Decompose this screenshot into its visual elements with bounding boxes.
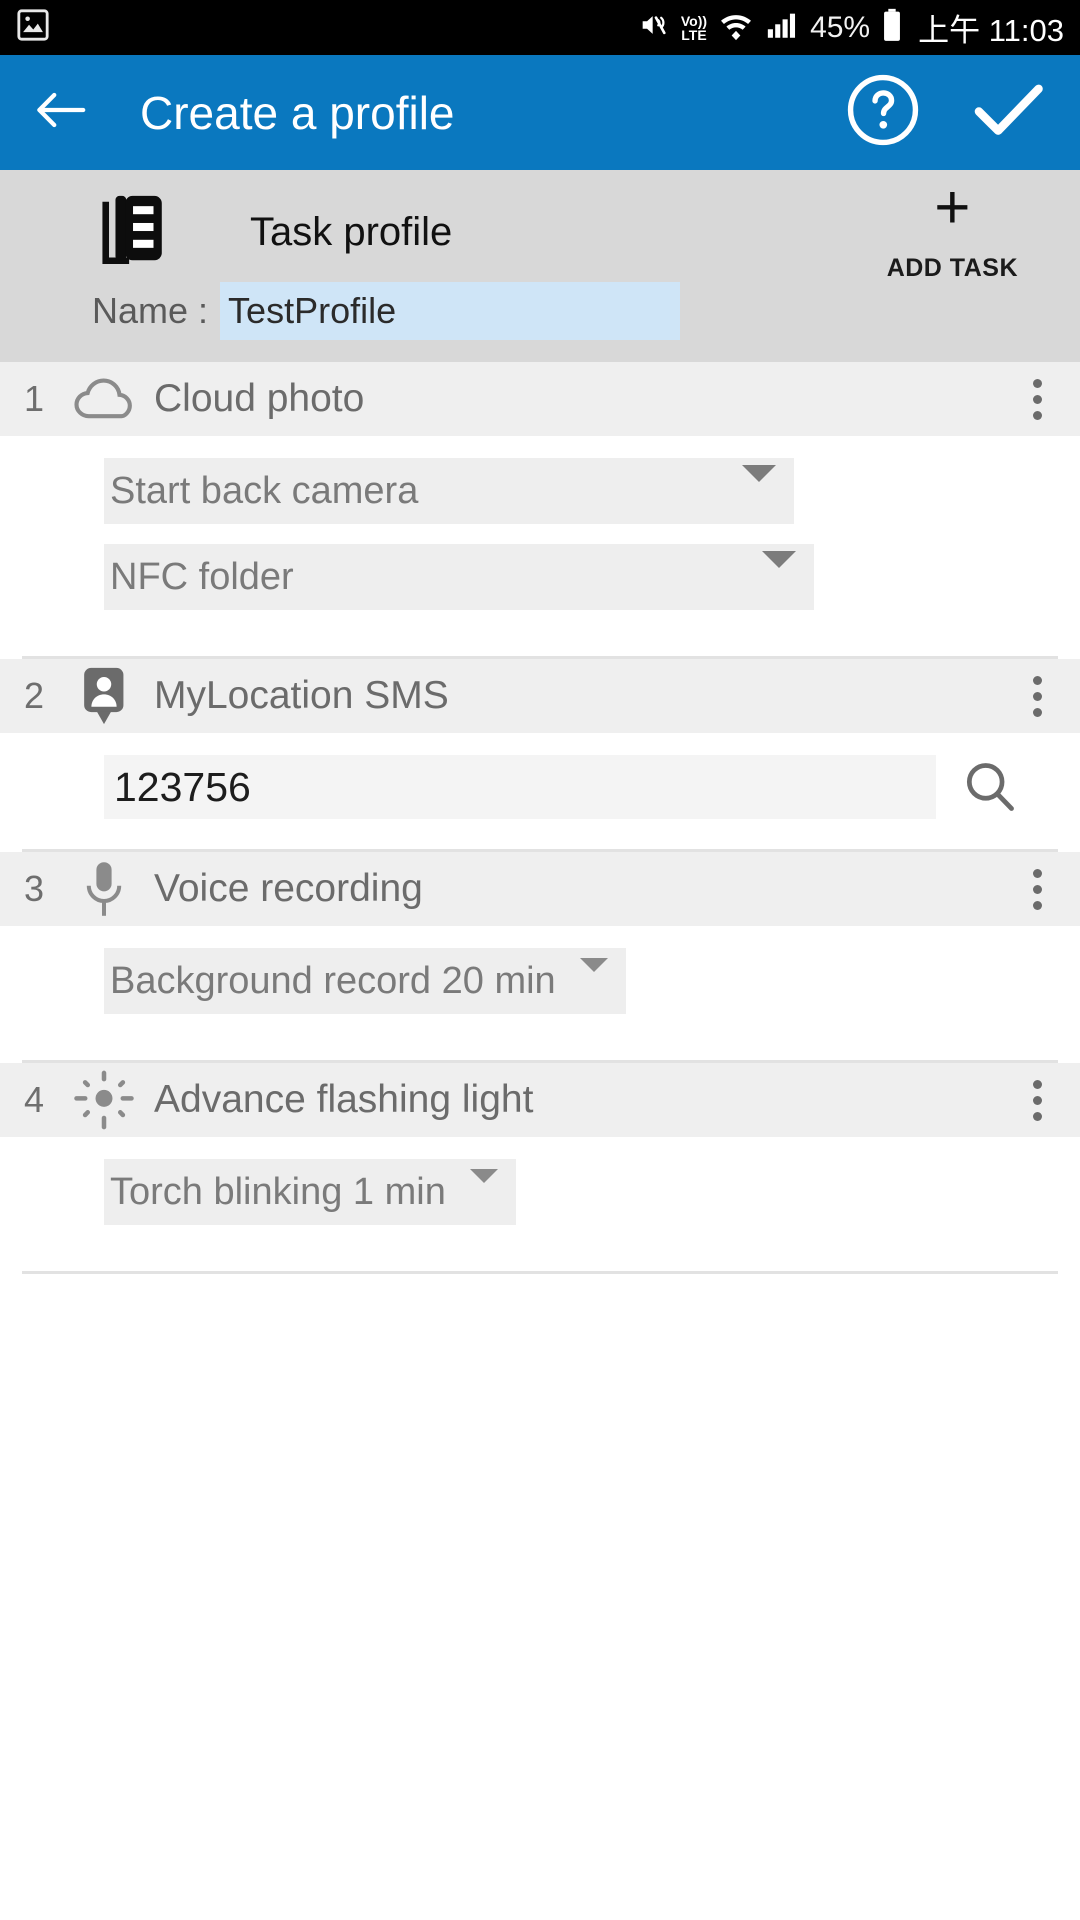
task-profile-icon <box>88 193 180 271</box>
overflow-menu-icon[interactable] <box>1033 868 1042 910</box>
mute-icon <box>638 9 670 46</box>
task-number: 4 <box>24 1079 45 1120</box>
status-bar-right: Vo)) LTE 45% 上午 11:03 <box>638 5 1064 50</box>
record-mode-spinner[interactable]: Background record 20 min <box>104 948 626 1014</box>
profile-name-input[interactable]: TestProfile <box>220 282 681 340</box>
task-name-label: Advance flashing light <box>154 1078 534 1121</box>
volte-bottom-label: LTE <box>681 26 707 43</box>
app-bar-actions <box>846 73 1046 152</box>
status-bar: Vo)) LTE 45% 上午 11:03 <box>0 0 1080 55</box>
image-icon <box>16 8 50 47</box>
profile-header: Task profile + ADD TASK Name : TestProfi… <box>0 170 1080 362</box>
overflow-menu-icon[interactable] <box>1033 378 1042 420</box>
chevron-down-icon <box>738 551 796 586</box>
profile-section-title: Task profile <box>250 209 453 254</box>
add-task-button[interactable]: + ADD TASK <box>886 172 1018 283</box>
page-title: Create a profile <box>140 86 455 139</box>
task-number: 2 <box>24 675 45 716</box>
chevron-down-icon <box>556 958 608 990</box>
task-item-2: 2 MyLocation SMS 123756 <box>0 659 1080 852</box>
battery-icon <box>881 8 903 47</box>
storage-folder-value: NFC folder <box>110 555 294 598</box>
task-item-1: 1 Cloud photo Start back camera NFC fold… <box>0 362 1080 659</box>
contact-location-icon <box>68 665 140 727</box>
task-item-4: 4 Advance flashing light Torch blinking … <box>0 1063 1080 1274</box>
torch-mode-spinner[interactable]: Torch blinking 1 min <box>104 1159 516 1225</box>
task-number: 1 <box>24 378 45 419</box>
task-item-3: 3 Voice recording Background record 20 m… <box>0 852 1080 1063</box>
help-circle-icon[interactable] <box>846 73 920 152</box>
volte-icon: Vo)) LTE <box>681 14 707 42</box>
brightness-flash-icon <box>68 1069 140 1131</box>
overflow-menu-icon[interactable] <box>1033 675 1042 717</box>
task-list: 1 Cloud photo Start back camera NFC fold… <box>0 362 1080 1274</box>
search-icon[interactable] <box>936 759 1044 815</box>
chevron-down-icon <box>446 1169 498 1201</box>
profile-name-row: Name : TestProfile <box>0 282 1080 340</box>
task-body-3: Background record 20 min <box>0 926 1080 1060</box>
chevron-down-icon <box>718 465 776 500</box>
task-divider <box>22 1271 1058 1274</box>
camera-mode-value: Start back camera <box>110 469 419 512</box>
battery-percent-label: 45% <box>810 10 871 44</box>
task-number: 3 <box>24 868 45 909</box>
camera-mode-spinner[interactable]: Start back camera <box>104 458 794 524</box>
volte-top-label: Vo)) <box>680 12 708 29</box>
profile-name-label: Name : <box>92 290 209 331</box>
clock-label: 上午 11:03 <box>918 13 1064 48</box>
task-body-1: Start back camera NFC folder <box>0 436 1080 656</box>
check-icon[interactable] <box>972 79 1046 146</box>
task-header-1[interactable]: 1 Cloud photo <box>0 362 1080 436</box>
task-header-2[interactable]: 2 MyLocation SMS <box>0 659 1080 733</box>
task-name-label: MyLocation SMS <box>154 674 449 717</box>
wifi-icon <box>718 9 754 46</box>
task-name-label: Voice recording <box>154 867 423 910</box>
add-task-label: ADD TASK <box>886 253 1018 282</box>
plus-icon: + <box>934 172 971 242</box>
task-body-4: Torch blinking 1 min <box>0 1137 1080 1271</box>
task-header-4[interactable]: 4 Advance flashing light <box>0 1063 1080 1137</box>
storage-folder-spinner[interactable]: NFC folder <box>104 544 814 610</box>
signal-icon <box>765 9 799 46</box>
torch-mode-value: Torch blinking 1 min <box>110 1170 446 1213</box>
cloud-icon <box>68 375 140 423</box>
task-name-label: Cloud photo <box>154 377 365 420</box>
phone-number-input[interactable]: 123756 <box>104 755 936 819</box>
record-mode-value: Background record 20 min <box>110 959 556 1002</box>
microphone-icon <box>68 859 140 919</box>
arrow-left-icon[interactable] <box>34 90 88 135</box>
overflow-menu-icon[interactable] <box>1033 1079 1042 1121</box>
phone-search-row: 123756 <box>104 755 1044 819</box>
task-header-3[interactable]: 3 Voice recording <box>0 852 1080 926</box>
task-body-2: 123756 <box>0 733 1080 849</box>
app-bar: Create a profile <box>0 55 1080 170</box>
status-bar-left <box>16 8 50 47</box>
profile-header-top: Task profile + ADD TASK <box>0 176 1080 282</box>
